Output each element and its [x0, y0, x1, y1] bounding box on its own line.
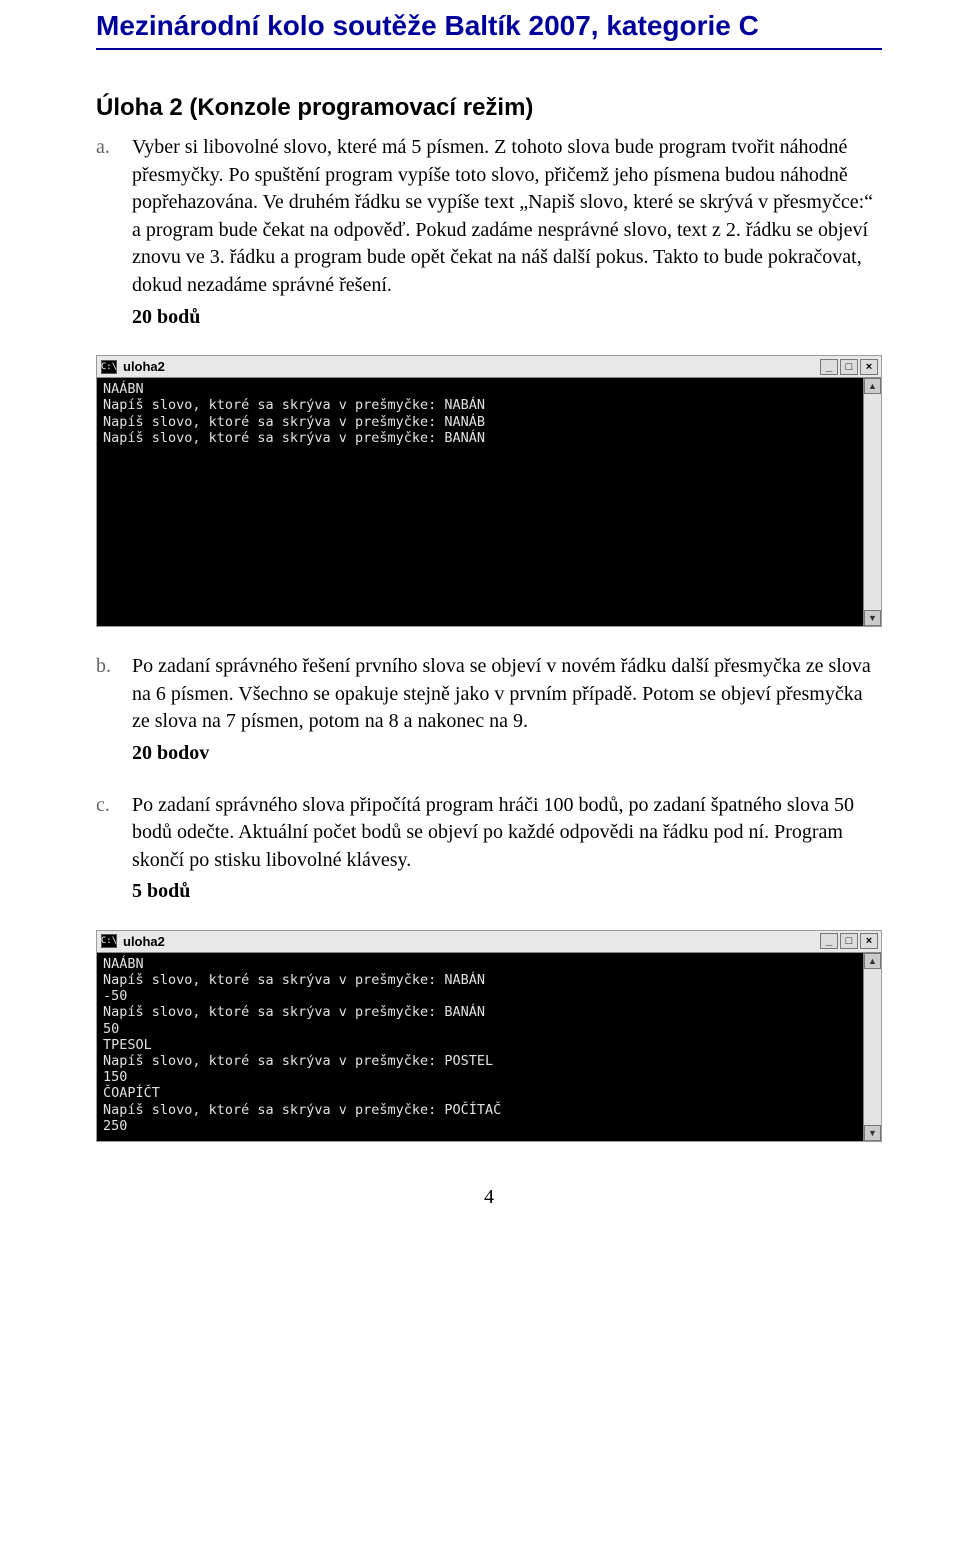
item-letter: a.	[96, 134, 132, 335]
console-window-1: C:\ uloha2 _ □ × NAÁBN Napíš slovo, ktor…	[96, 355, 882, 627]
console-window-2: C:\ uloha2 _ □ × NAÁBN Napíš slovo, ktor…	[96, 930, 882, 1142]
task-item-b: b. Po zadaní správného řešení prvního sl…	[96, 653, 882, 771]
minimize-button[interactable]: _	[820, 359, 838, 375]
page-number: 4	[96, 1186, 882, 1209]
page-header-title: Mezinárodní kolo soutěže Baltík 2007, ka…	[96, 10, 882, 50]
scrollbar[interactable]: ▲ ▼	[863, 378, 881, 626]
console-icon: C:\	[101, 360, 117, 374]
scroll-up-button[interactable]: ▲	[864, 953, 881, 969]
console-title: uloha2	[123, 934, 814, 949]
document-page: Mezinárodní kolo soutěže Baltík 2007, ka…	[0, 0, 960, 1249]
console-body: NAÁBN Napíš slovo, ktoré sa skrýva v pre…	[97, 378, 881, 626]
window-buttons: _ □ ×	[820, 933, 878, 949]
scrollbar[interactable]: ▲ ▼	[863, 953, 881, 1141]
task-heading: Úloha 2 (Konzole programovací režim)	[96, 94, 882, 122]
item-points: 20 bodů	[132, 304, 882, 332]
item-letter: c.	[96, 792, 132, 910]
task-item-a: a. Vyber si libovolné slovo, které má 5 …	[96, 134, 882, 335]
scroll-track[interactable]	[864, 969, 881, 1125]
console-body: NAÁBN Napíš slovo, ktoré sa skrýva v pre…	[97, 953, 881, 1141]
scroll-down-button[interactable]: ▼	[864, 610, 881, 626]
console-title: uloha2	[123, 359, 814, 374]
item-body: Vyber si libovolné slovo, které má 5 pís…	[132, 134, 882, 335]
item-text: Po zadaní správného slova připočítá prog…	[132, 792, 882, 875]
item-points: 20 bodov	[132, 740, 882, 768]
item-text: Vyber si libovolné slovo, které má 5 pís…	[132, 134, 882, 300]
console-output: NAÁBN Napíš slovo, ktoré sa skrýva v pre…	[97, 378, 863, 626]
item-body: Po zadaní správného řešení prvního slova…	[132, 653, 882, 771]
close-button[interactable]: ×	[860, 359, 878, 375]
task-item-c: c. Po zadaní správného slova připočítá p…	[96, 792, 882, 910]
window-buttons: _ □ ×	[820, 359, 878, 375]
close-button[interactable]: ×	[860, 933, 878, 949]
scroll-up-button[interactable]: ▲	[864, 378, 881, 394]
scroll-track[interactable]	[864, 394, 881, 610]
maximize-button[interactable]: □	[840, 359, 858, 375]
console-output: NAÁBN Napíš slovo, ktoré sa skrýva v pre…	[97, 953, 863, 1141]
console-titlebar: C:\ uloha2 _ □ ×	[97, 356, 881, 378]
item-points: 5 bodů	[132, 878, 882, 906]
item-text: Po zadaní správného řešení prvního slova…	[132, 653, 882, 736]
maximize-button[interactable]: □	[840, 933, 858, 949]
item-body: Po zadaní správného slova připočítá prog…	[132, 792, 882, 910]
minimize-button[interactable]: _	[820, 933, 838, 949]
item-letter: b.	[96, 653, 132, 771]
console-titlebar: C:\ uloha2 _ □ ×	[97, 931, 881, 953]
scroll-down-button[interactable]: ▼	[864, 1125, 881, 1141]
console-icon: C:\	[101, 934, 117, 948]
